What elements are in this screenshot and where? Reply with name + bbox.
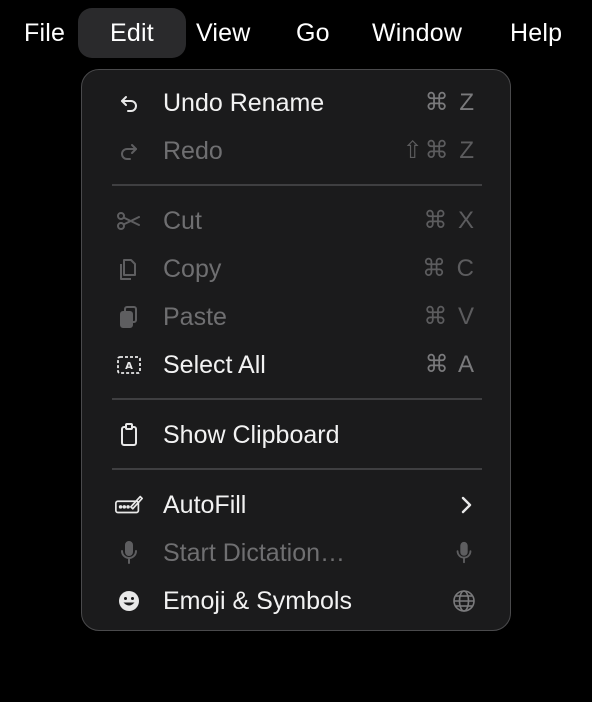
globe-icon bbox=[452, 589, 476, 613]
svg-text:A: A bbox=[125, 361, 133, 372]
menu-item-copy[interactable]: Copy ⌘ C bbox=[82, 246, 510, 292]
menu-item-autofill[interactable]: AutoFill bbox=[82, 482, 510, 528]
copy-icon bbox=[114, 255, 144, 283]
paste-icon bbox=[114, 303, 144, 331]
menu-item-label: Paste bbox=[163, 303, 227, 331]
menu-item-emoji-symbols[interactable]: Emoji & Symbols bbox=[82, 578, 510, 624]
menu-separator bbox=[112, 468, 482, 470]
menu-separator bbox=[112, 398, 482, 400]
menu-item-label: Undo Rename bbox=[163, 89, 325, 117]
menu-item-redo[interactable]: Redo ⇧⌘ Z bbox=[82, 128, 510, 174]
menu-item-label: Show Clipboard bbox=[163, 421, 340, 449]
menubar-item-edit[interactable]: Edit bbox=[78, 8, 186, 58]
menu-item-show-clipboard[interactable]: Show Clipboard bbox=[82, 412, 510, 458]
menu-item-label: Cut bbox=[163, 207, 202, 235]
undo-icon bbox=[114, 89, 144, 117]
menu-item-shortcut: ⌘ C bbox=[422, 255, 476, 282]
menu-item-label: Start Dictation… bbox=[163, 539, 346, 567]
menu-item-label: Emoji & Symbols bbox=[163, 587, 352, 615]
menu-item-select-all[interactable]: A Select All ⌘ A bbox=[82, 342, 510, 388]
menu-item-shortcut: ⌘ V bbox=[423, 303, 476, 330]
menu-bar: File Edit View Go Window Help bbox=[0, 8, 592, 58]
menu-item-label: Copy bbox=[163, 255, 222, 283]
menu-item-cut[interactable]: Cut ⌘ X bbox=[82, 198, 510, 244]
menu-item-shortcut: ⌘ Z bbox=[424, 89, 476, 116]
menubar-item-go[interactable]: Go bbox=[296, 8, 330, 58]
menu-item-undo-rename[interactable]: Undo Rename ⌘ Z bbox=[82, 80, 510, 126]
menu-item-paste[interactable]: Paste ⌘ V bbox=[82, 294, 510, 340]
menu-item-shortcut: ⌘ X bbox=[423, 207, 476, 234]
menu-item-label: Select All bbox=[163, 351, 266, 379]
menu-item-start-dictation[interactable]: Start Dictation… bbox=[82, 530, 510, 576]
edit-menu: Undo Rename ⌘ Z Redo ⇧⌘ Z Cut ⌘ X Copy ⌘… bbox=[81, 69, 511, 631]
microphone-icon bbox=[114, 539, 144, 567]
chevron-right-icon bbox=[454, 493, 478, 517]
scissors-icon bbox=[114, 207, 144, 235]
menu-separator bbox=[112, 184, 482, 186]
menubar-item-window[interactable]: Window bbox=[372, 8, 462, 58]
menu-item-shortcut: ⌘ A bbox=[424, 351, 476, 378]
clipboard-icon bbox=[114, 421, 144, 449]
menubar-item-view[interactable]: View bbox=[196, 8, 251, 58]
select-all-icon: A bbox=[114, 351, 144, 379]
menu-item-shortcut: ⇧⌘ Z bbox=[402, 137, 476, 164]
menu-item-label: Redo bbox=[163, 137, 223, 165]
menubar-item-file[interactable]: File bbox=[24, 8, 65, 58]
microphone-icon bbox=[452, 541, 476, 565]
menu-item-label: AutoFill bbox=[163, 491, 247, 519]
menubar-item-help[interactable]: Help bbox=[510, 8, 562, 58]
redo-icon bbox=[114, 137, 144, 165]
emoji-icon bbox=[114, 587, 144, 615]
autofill-icon bbox=[114, 491, 144, 519]
